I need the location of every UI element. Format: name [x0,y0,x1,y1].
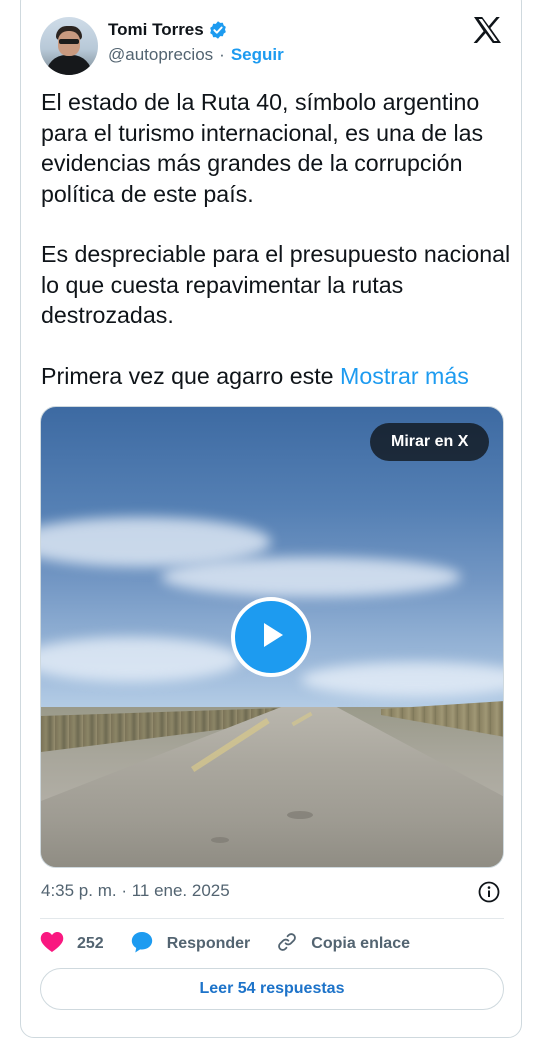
link-icon [276,931,298,958]
reply-label: Responder [166,935,251,952]
watch-on-x-button[interactable]: Mirar en X [370,423,490,461]
author-name[interactable]: Tomi Torres [108,20,204,40]
verified-badge-icon [208,20,228,40]
tweet-truncated-paragraph: Primera vez que agarro este Mostrar más [41,361,511,392]
like-count: 252 [77,935,104,952]
author-handle-row: @autoprecios · Seguir [108,45,284,65]
author-handle[interactable]: @autoprecios [108,45,213,65]
author-name-row: Tomi Torres [108,18,228,42]
tweet-paragraph: Es despreciable para el presupuesto naci… [41,241,511,328]
heart-icon [40,931,64,958]
action-bar: 252 Responder Copia enlace [40,930,436,958]
reply-button[interactable]: Responder [130,930,251,959]
video-thumbnail[interactable]: Mirar en X [40,406,504,868]
x-logo-icon[interactable] [472,16,504,44]
play-button[interactable] [231,597,311,677]
show-more-link[interactable]: Mostrar más [340,363,469,389]
avatar[interactable] [40,17,98,75]
tweet-paragraph: El estado de la Ruta 40, símbolo argenti… [41,89,484,207]
reply-bubble-icon [130,930,154,959]
follow-button[interactable]: Seguir [231,45,284,65]
play-icon [254,618,288,657]
like-button[interactable]: 252 [40,931,104,958]
tweet-text: El estado de la Ruta 40, símbolo argenti… [41,87,511,391]
separator-dot: · [219,45,225,64]
truncated-text: Primera vez que agarro este [41,362,334,389]
copy-link-label: Copia enlace [311,935,410,952]
divider [40,918,504,919]
info-icon[interactable] [478,881,500,903]
copy-link-button[interactable]: Copia enlace [276,931,410,958]
read-replies-button[interactable]: Leer 54 respuestas [40,968,504,1010]
tweet-timestamp[interactable]: 4:35 p. m. · 11 ene. 2025 [41,881,230,901]
